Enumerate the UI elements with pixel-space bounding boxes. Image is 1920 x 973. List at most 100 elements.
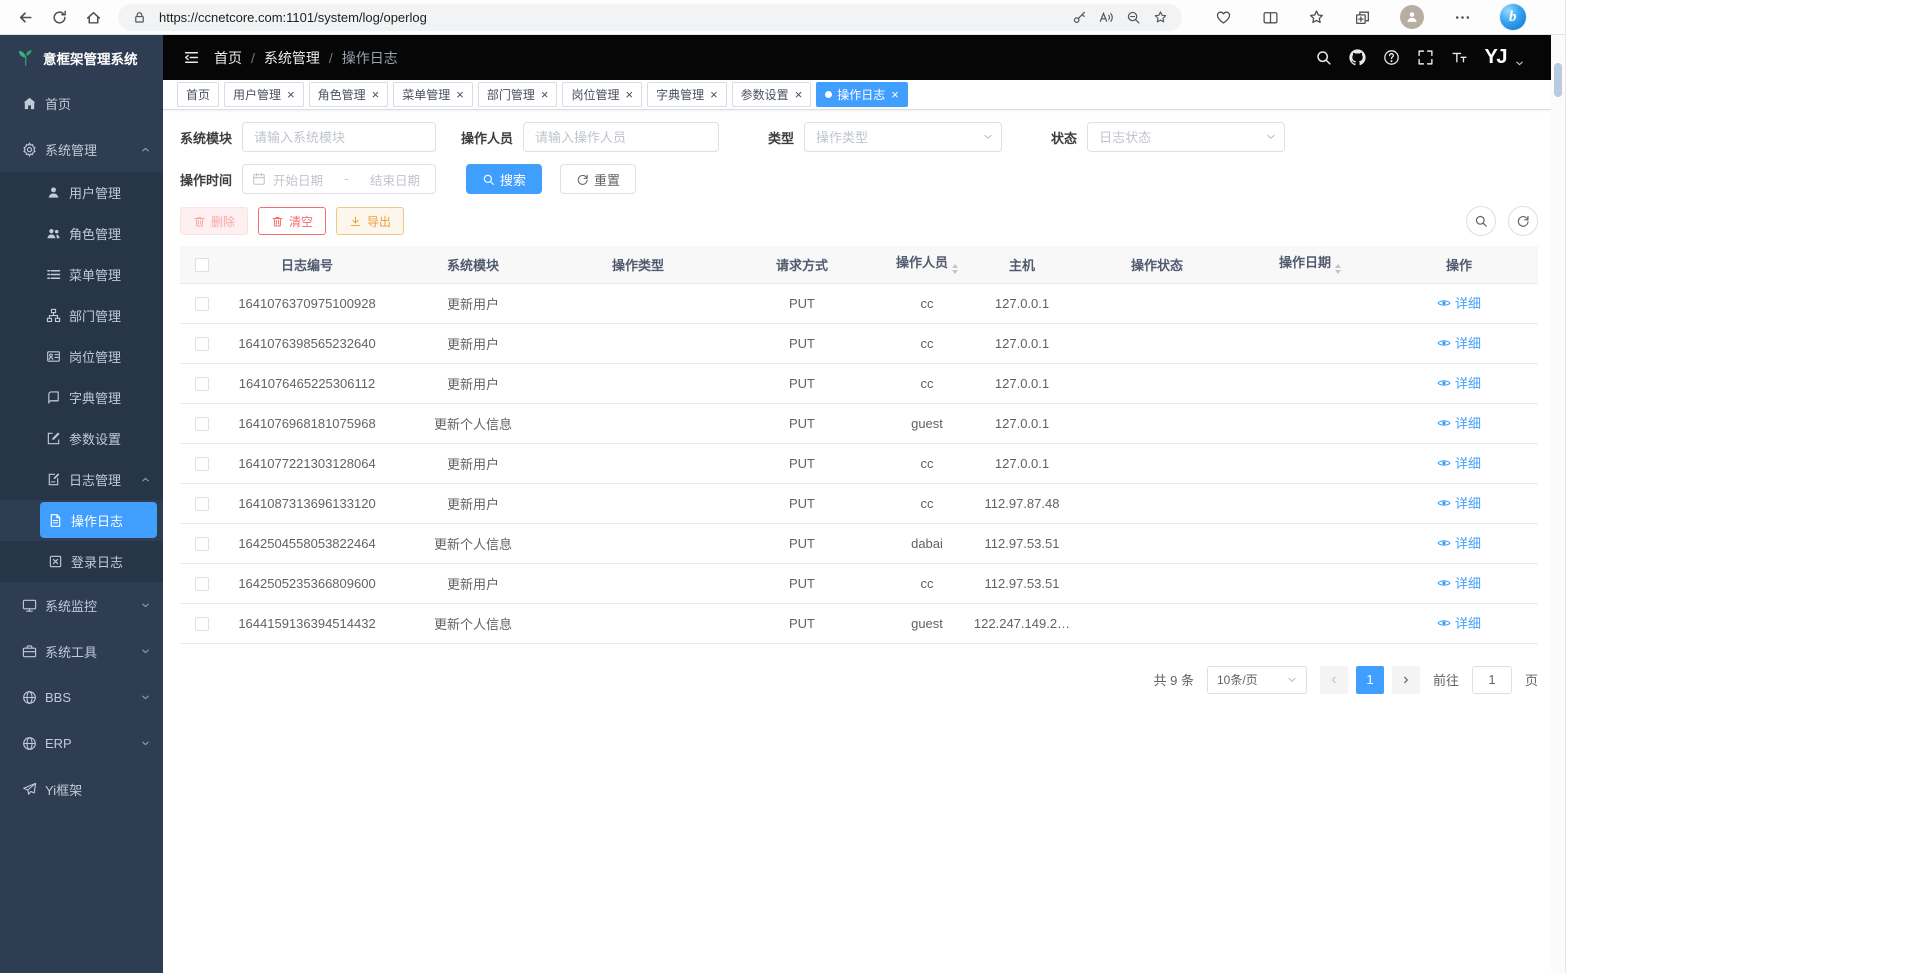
tab-param[interactable]: 参数设置×: [732, 82, 812, 107]
page-1-button[interactable]: 1: [1356, 666, 1384, 694]
sort-icon[interactable]: [952, 261, 958, 277]
sidebar-item-erp[interactable]: ERP: [0, 720, 163, 766]
sidebar-item-menu[interactable]: 菜单管理: [0, 254, 163, 295]
sidebar-item-dict[interactable]: 字典管理: [0, 377, 163, 418]
tab-close-icon[interactable]: ×: [795, 88, 803, 101]
sidebar-item-dept[interactable]: 部门管理: [0, 295, 163, 336]
next-page-button[interactable]: ›: [1392, 666, 1420, 694]
password-key-icon[interactable]: [1072, 10, 1087, 25]
row-checkbox[interactable]: [195, 577, 209, 591]
export-button[interactable]: 导出: [336, 207, 404, 235]
header-search-icon[interactable]: [1315, 49, 1332, 66]
operator-input[interactable]: [523, 122, 719, 152]
tab-close-icon[interactable]: ×: [456, 88, 464, 101]
clear-button[interactable]: 清空: [258, 207, 326, 235]
tab-user[interactable]: 用户管理×: [224, 82, 304, 107]
tab-close-icon[interactable]: ×: [541, 88, 549, 101]
url-text[interactable]: https://ccnetcore.com:1101/system/log/op…: [159, 10, 1060, 25]
module-input[interactable]: [242, 122, 436, 152]
sort-icon[interactable]: [1335, 261, 1341, 277]
detail-link[interactable]: 详细: [1437, 373, 1481, 392]
search-button[interactable]: 搜索: [466, 164, 542, 194]
favorites-icon[interactable]: [1308, 9, 1325, 26]
copilot-icon[interactable]: b: [1500, 4, 1526, 30]
tab-menu[interactable]: 菜单管理×: [393, 82, 473, 107]
detail-link[interactable]: 详细: [1437, 493, 1481, 512]
column-header[interactable]: 操作人员: [884, 246, 970, 283]
tab-close-icon[interactable]: ×: [287, 88, 295, 101]
refresh-table-button[interactable]: [1508, 206, 1538, 236]
tab-role[interactable]: 角色管理×: [309, 82, 389, 107]
row-checkbox[interactable]: [195, 377, 209, 391]
toggle-search-button[interactable]: [1466, 206, 1496, 236]
help-icon[interactable]: [1383, 49, 1400, 66]
sidebar-item-loginlog[interactable]: 登录日志: [0, 541, 163, 582]
sidebar-item-role[interactable]: 角色管理: [0, 213, 163, 254]
more-menu-icon[interactable]: [1454, 9, 1471, 26]
page-size-select[interactable]: 10条/页: [1207, 666, 1307, 694]
sidebar-item-tools[interactable]: 系统工具: [0, 628, 163, 674]
address-bar[interactable]: https://ccnetcore.com:1101/system/log/op…: [118, 4, 1182, 31]
page-scrollbar[interactable]: [1551, 35, 1565, 973]
zoom-out-icon[interactable]: [1126, 10, 1141, 25]
add-favorite-icon[interactable]: [1153, 10, 1168, 25]
tab-dept[interactable]: 部门管理×: [478, 82, 558, 107]
delete-button[interactable]: 删除: [180, 207, 248, 235]
row-checkbox[interactable]: [195, 457, 209, 471]
type-select[interactable]: [804, 122, 1002, 152]
app-logo[interactable]: 意框架管理系统: [0, 35, 163, 80]
sidebar-item-home[interactable]: 首页: [0, 80, 163, 126]
select-all-checkbox[interactable]: [195, 258, 209, 272]
sidebar-item-param[interactable]: 参数设置: [0, 418, 163, 459]
sidebar-item-system[interactable]: 系统管理: [0, 126, 163, 172]
profile-avatar[interactable]: [1400, 5, 1424, 29]
row-checkbox[interactable]: [195, 297, 209, 311]
breadcrumb-item[interactable]: 首页: [214, 48, 242, 68]
row-checkbox[interactable]: [195, 337, 209, 351]
tab-close-icon[interactable]: ×: [891, 88, 899, 101]
sidebar-item-post[interactable]: 岗位管理: [0, 336, 163, 377]
tab-close-icon[interactable]: ×: [372, 88, 380, 101]
browser-essentials-icon[interactable]: [1215, 9, 1232, 26]
tab-operlog[interactable]: 操作日志×: [816, 82, 908, 107]
detail-link[interactable]: 详细: [1437, 333, 1481, 352]
detail-link[interactable]: 详细: [1437, 293, 1481, 312]
status-select[interactable]: [1087, 122, 1285, 152]
font-size-icon[interactable]: [1451, 49, 1468, 66]
sidebar-item-yiframe[interactable]: Yi框架: [0, 766, 163, 812]
row-checkbox[interactable]: [195, 417, 209, 431]
tab-post[interactable]: 岗位管理×: [562, 82, 642, 107]
detail-link[interactable]: 详细: [1437, 453, 1481, 472]
detail-link[interactable]: 详细: [1437, 413, 1481, 432]
sidebar-item-log[interactable]: 日志管理: [0, 459, 163, 500]
split-screen-icon[interactable]: [1262, 9, 1279, 26]
tab-dict[interactable]: 字典管理×: [647, 82, 727, 107]
browser-home-button[interactable]: [78, 3, 108, 31]
sidebar-item-user[interactable]: 用户管理: [0, 172, 163, 213]
date-range-picker[interactable]: 开始日期 - 结束日期: [242, 164, 436, 194]
tab-home[interactable]: 首页: [177, 82, 219, 107]
sidebar-item-monitor[interactable]: 系统监控: [0, 582, 163, 628]
brand-logo[interactable]: YJ: [1485, 46, 1506, 69]
column-header[interactable]: 操作日期: [1240, 246, 1380, 283]
row-checkbox[interactable]: [195, 497, 209, 511]
type-select-input[interactable]: [804, 122, 1002, 152]
tab-close-icon[interactable]: ×: [710, 88, 718, 101]
row-checkbox[interactable]: [195, 537, 209, 551]
scrollbar-thumb[interactable]: [1554, 63, 1562, 97]
browser-back-button[interactable]: [10, 3, 40, 31]
goto-page-input[interactable]: [1472, 666, 1512, 694]
prev-page-button[interactable]: ‹: [1320, 666, 1348, 694]
read-aloud-icon[interactable]: [1099, 10, 1114, 25]
chevron-down-icon[interactable]: [1514, 58, 1525, 69]
sidebar-item-bbs[interactable]: BBS: [0, 674, 163, 720]
status-select-input[interactable]: [1087, 122, 1285, 152]
tab-close-icon[interactable]: ×: [625, 88, 633, 101]
sidebar-toggle-icon[interactable]: [183, 49, 200, 66]
row-checkbox[interactable]: [195, 617, 209, 631]
detail-link[interactable]: 详细: [1437, 573, 1481, 592]
sidebar-item-operlog[interactable]: 操作日志: [40, 502, 157, 538]
reset-button[interactable]: 重置: [560, 164, 636, 194]
fullscreen-icon[interactable]: [1417, 49, 1434, 66]
github-icon[interactable]: [1349, 49, 1366, 66]
